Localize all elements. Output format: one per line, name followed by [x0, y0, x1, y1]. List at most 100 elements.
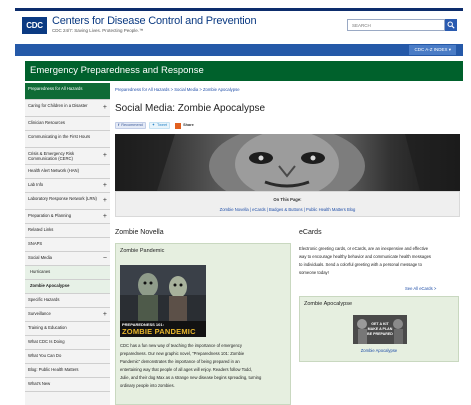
novella-text-line: Julie, and their dog Max as a strange ne… — [120, 375, 262, 380]
sidebar-item-cerc[interactable]: Crisis & Emergency Risk Communication (C… — [25, 148, 110, 165]
sidebar-item-clinician-resources[interactable]: Clinician Resources — [25, 117, 110, 131]
facebook-recommend-button[interactable]: f Recommend — [115, 122, 146, 129]
sidebar-item-label: Social Media — [28, 255, 52, 260]
ecard-box-title: Zombie Apocalypse — [304, 301, 352, 307]
site-header: CDC Centers for Disease Control and Prev… — [15, 11, 463, 41]
sidebar-item-caring-for-children[interactable]: Caring for Children in a Disaster + — [25, 100, 110, 117]
sidebar-item-han[interactable]: Health Alert Network (HAN) — [25, 165, 110, 179]
sidebar-item-label: Hurricanes — [30, 269, 51, 274]
zombie-apocalypse-ecard-box: Zombie Apocalypse GET A KIT MAKE A PLAN … — [299, 296, 459, 362]
twitter-icon: ✦ — [151, 123, 155, 127]
sidebar-item-whats-new[interactable]: What's New — [25, 378, 110, 392]
sidebar-item-blog[interactable]: Blog: Public Health Matters — [25, 364, 110, 378]
page: CDC Centers for Disease Control and Prev… — [15, 0, 463, 405]
sidebar-item-hurricanes[interactable]: Hurricanes — [25, 266, 110, 280]
novella-text-line: CDC has a fun new way of teaching the im… — [120, 343, 242, 348]
search-button[interactable] — [445, 19, 457, 31]
sidebar-item-specific-hazards[interactable]: Specific Hazards — [25, 294, 110, 308]
expand-icon[interactable]: + — [103, 182, 107, 190]
on-this-page-box: On This Page: Zombie Novella | eCards | … — [115, 191, 460, 217]
ecards-text-line: Electronic greeting cards, or eCards, ar… — [299, 246, 429, 251]
expand-icon[interactable]: + — [103, 197, 107, 205]
sidebar-item-preparedness-for-all-hazards[interactable]: Preparedness for All Hazards — [25, 83, 110, 100]
expand-icon[interactable]: + — [103, 311, 107, 319]
cdc-logo[interactable]: CDC — [22, 17, 47, 34]
sidebar-item-label: Clinician Resources — [28, 120, 66, 125]
sidebar-item-label: Blog: Public Health Matters — [28, 367, 79, 372]
on-this-page-title: On This Page: — [273, 197, 302, 202]
org-tagline: CDC 24/7: Saving Lives. Protecting Peopl… — [52, 28, 144, 33]
sidebar-item-label: What's New — [28, 381, 51, 386]
novella-cover-image[interactable]: PREPAREDNESS 101: ZOMBIE PANDEMIC — [120, 265, 206, 337]
share-button[interactable]: Share — [173, 122, 196, 129]
sidebar-item-training-education[interactable]: Training & Education — [25, 322, 110, 336]
breadcrumb[interactable]: Preparedness for All Hazards > Social Me… — [115, 87, 240, 92]
sidebar-item-label: Preparedness for All Hazards — [28, 86, 83, 91]
expand-icon[interactable]: + — [103, 104, 107, 112]
see-all-ecards-link[interactable]: See All eCards > — [405, 286, 436, 291]
expand-icon[interactable]: + — [103, 213, 107, 221]
sidebar-item-label: Crisis & Emergency Risk Communication (C… — [28, 151, 75, 161]
zombie-pandemic-box: Zombie Pandemic PREPAREDNESS 101: ZOMBIE… — [115, 243, 291, 405]
ecards-heading: eCards — [299, 229, 322, 236]
novella-text-line: preparedness. Our new graphic novel, "Pr… — [120, 351, 245, 356]
recommend-label: Recommend — [121, 123, 143, 127]
sidebar-item-label: Specific Hazards — [28, 297, 60, 302]
sidebar-item-label: SNAPS — [28, 241, 43, 246]
collapse-icon[interactable]: − — [103, 255, 107, 263]
az-index-button[interactable]: CDC A-Z INDEX ▾ — [409, 45, 456, 55]
sidebar-item-surveillance[interactable]: Surveillance + — [25, 308, 110, 322]
sidebar-item-label: Preparation & Planning — [28, 213, 72, 218]
ecards-text-line: someone today! — [299, 270, 329, 275]
sidebar-item-label: Surveillance — [28, 311, 51, 316]
sidebar-item-label: Health Alert Network (HAN) — [28, 168, 79, 173]
sidebar-item-communicating-first-hours[interactable]: Communicating in the First Hours — [25, 131, 110, 148]
search-icon — [447, 21, 455, 29]
sidebar-nav: Preparedness for All Hazards Caring for … — [25, 83, 110, 405]
tweet-button[interactable]: ✦ Tweet — [148, 122, 171, 129]
sidebar-item-label: Related Links — [28, 227, 54, 232]
sidebar-item-lrn[interactable]: Laboratory Response Network (LRN) + — [25, 193, 110, 210]
tweet-label: Tweet — [156, 123, 168, 127]
sidebar-item-social-media[interactable]: Social Media − — [25, 252, 110, 266]
cover-title-banner: PREPAREDNESS 101: ZOMBIE PANDEMIC — [120, 321, 206, 337]
sidebar-item-label: Lab Info — [28, 182, 44, 187]
sidebar-item-what-you-can-do[interactable]: What You Can Do — [25, 350, 110, 364]
search-input[interactable] — [347, 19, 445, 31]
sidebar-item-snaps[interactable]: SNAPS — [25, 238, 110, 252]
cover-line-2: ZOMBIE PANDEMIC — [122, 327, 196, 336]
top-nav-bar: CDC A-Z INDEX ▾ — [15, 44, 463, 56]
facebook-icon: f — [118, 123, 120, 127]
share-label: Share — [183, 123, 194, 127]
ecards-text-line: way to encourage healthy behavior and co… — [299, 254, 431, 259]
sidebar-item-preparation-planning[interactable]: Preparation & Planning + — [25, 210, 110, 224]
share-icon — [175, 122, 182, 129]
ecards-description: Electronic greeting cards, or eCards, ar… — [299, 245, 459, 277]
sidebar-item-zombie-apocalypse[interactable]: Zombie Apocalypse — [25, 280, 110, 294]
sidebar-item-label: Training & Education — [28, 325, 67, 330]
thumb-line: GET A KIT — [371, 322, 389, 326]
share-toolbar: f Recommend ✦ Tweet Share — [115, 122, 196, 129]
sidebar-item-label: What CDC Is Doing — [28, 339, 65, 344]
novella-description: CDC has a fun new way of teaching the im… — [120, 342, 290, 390]
sidebar-item-label: Caring for Children in a Disaster — [28, 103, 88, 108]
novella-text-line: Pandemic" demonstrates the importance of… — [120, 359, 240, 364]
novella-text-line: ordinary people into zombies. — [120, 383, 175, 388]
novella-text-line: entertaining way that people of all ages… — [120, 367, 252, 372]
org-name[interactable]: Centers for Disease Control and Preventi… — [52, 15, 257, 27]
section-title[interactable]: Emergency Preparedness and Response — [25, 61, 463, 81]
zombie-banner-image — [115, 134, 460, 191]
page-title: Social Media: Zombie Apocalypse — [115, 103, 266, 114]
expand-icon[interactable]: + — [103, 152, 107, 160]
sidebar-item-what-cdc-is-doing[interactable]: What CDC Is Doing — [25, 336, 110, 350]
sidebar-item-label: Communicating in the First Hours — [28, 134, 91, 139]
sidebar-item-label: What You Can Do — [28, 353, 62, 358]
thumb-line: BE PREPARED — [367, 332, 393, 336]
ecard-thumbnail[interactable]: GET A KIT MAKE A PLAN BE PREPARED — [353, 315, 407, 344]
ecard-caption-link[interactable]: Zombie Apocalypse — [300, 348, 458, 353]
sidebar-item-related-links[interactable]: Related Links — [25, 224, 110, 238]
sidebar-item-lab-info[interactable]: Lab Info + — [25, 179, 110, 193]
section-banner: Emergency Preparedness and Response — [25, 61, 463, 81]
sidebar-item-label: Zombie Apocalypse — [30, 283, 70, 288]
on-this-page-links[interactable]: Zombie Novella | eCards | Badges & Butto… — [116, 207, 459, 212]
